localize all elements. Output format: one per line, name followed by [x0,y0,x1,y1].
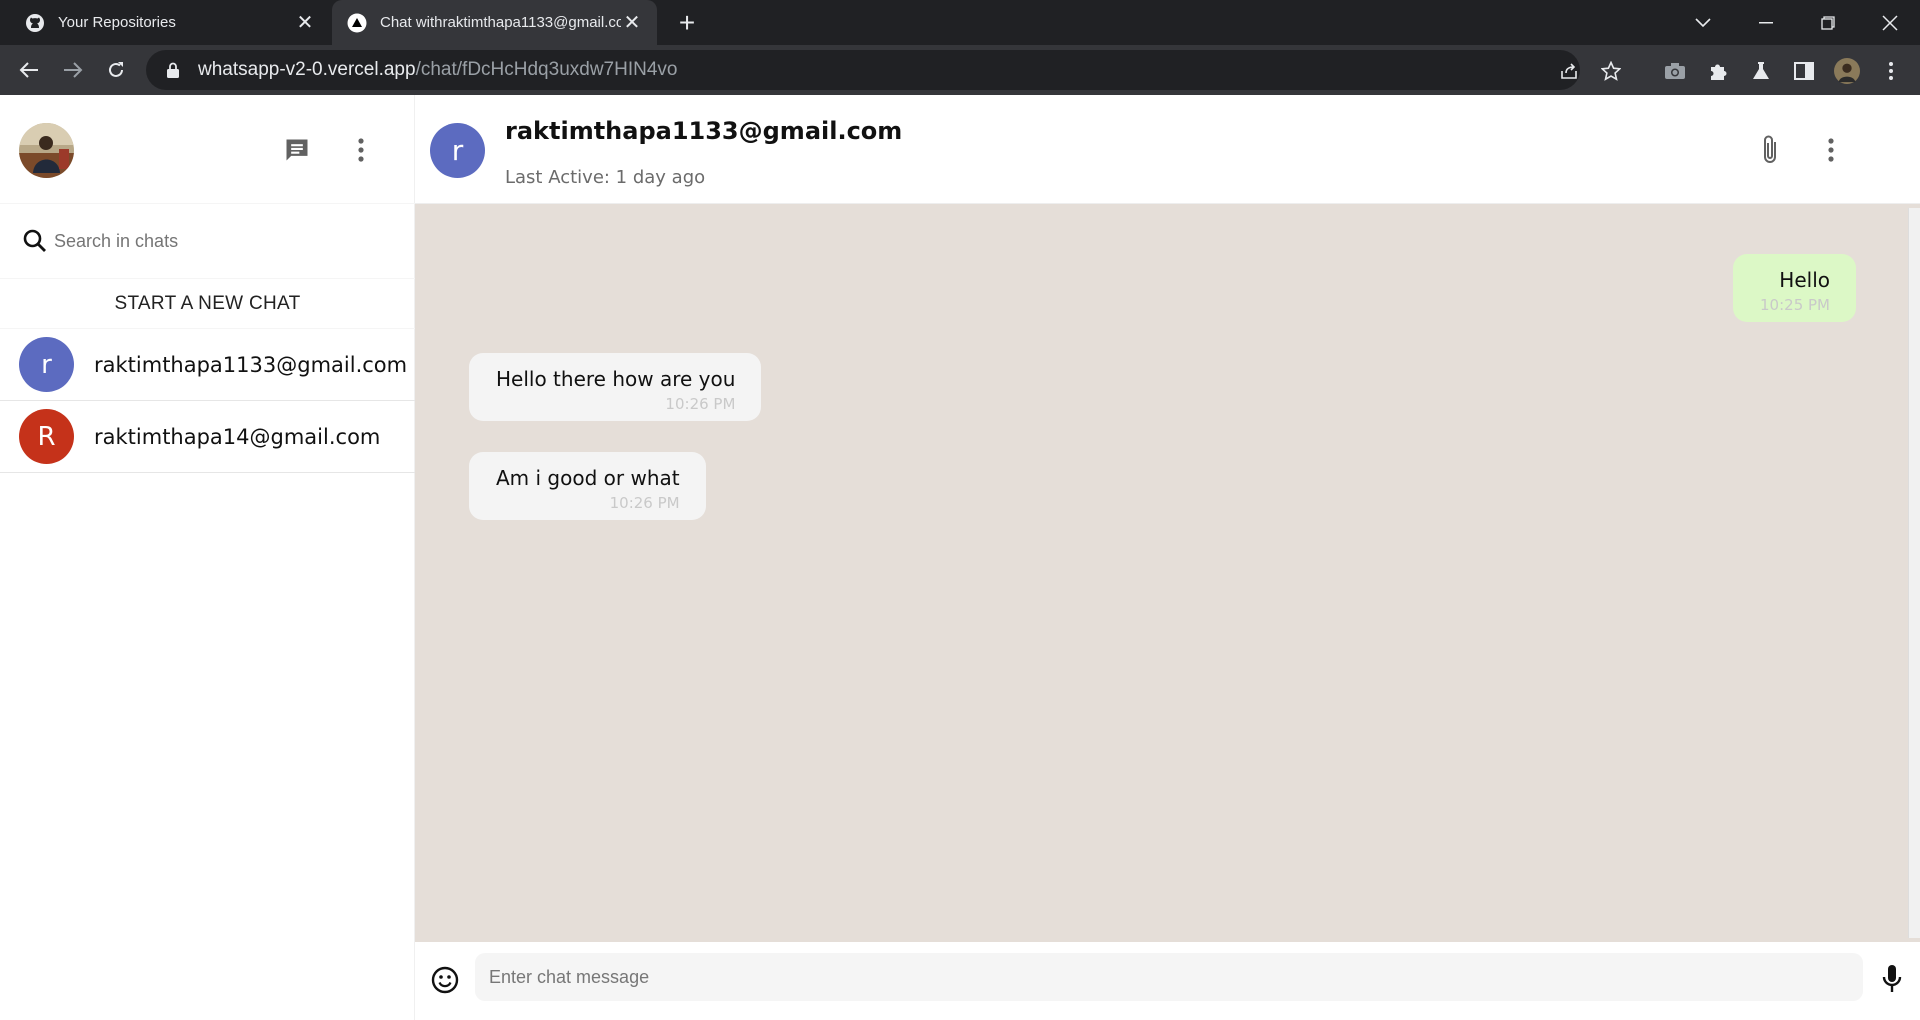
camera-icon[interactable] [1662,58,1688,84]
scrollbar[interactable] [1908,208,1920,938]
chat-list-item[interactable]: R raktimthapa14@gmail.com [0,401,415,473]
tab-title: Chat withraktimthapa1133@gmail.com [380,14,621,31]
profile-avatar[interactable] [1834,58,1860,84]
recipient-name: raktimthapa1133@gmail.com [505,117,903,145]
start-new-chat-button[interactable]: START A NEW CHAT [0,279,415,329]
received-message: Hello there how are you 10:26 PM [469,353,762,421]
contact-name: raktimthapa1133@gmail.com [94,352,408,377]
message-time: 10:26 PM [665,395,736,413]
chat-list-item[interactable]: r raktimthapa1133@gmail.com [0,329,415,401]
recipient-avatar[interactable]: r [430,123,485,178]
browser-tabstrip: Your Repositories ✕ Chat withraktimthapa… [0,0,1920,45]
received-message: Am i good or what 10:26 PM [469,452,706,520]
message-composer [415,942,1920,1020]
url-path: /chat/fDcHcHdq3uxdw7HIN4vo [415,59,678,80]
restore-icon[interactable] [1798,0,1858,45]
message-time: 10:26 PM [609,494,680,512]
tab-chat[interactable]: Chat withraktimthapa1133@gmail.com ✕ [332,0,657,45]
contact-avatar: r [19,337,74,392]
labs-flask-icon[interactable] [1748,58,1774,84]
sidebar-header [0,95,415,204]
message-time: 10:25 PM [1760,296,1830,314]
last-active-status: Last Active: 1 day ago [505,167,706,188]
github-icon [24,12,46,34]
extensions-puzzle-icon[interactable] [1705,58,1731,84]
new-chat-icon[interactable] [280,133,314,167]
message-text: Hello [1779,268,1830,292]
more-vertical-icon[interactable] [1818,133,1844,167]
url-host: whatsapp-v2-0.vercel.app [198,59,416,80]
more-vertical-icon[interactable] [348,133,374,167]
attach-paperclip-icon[interactable] [1755,133,1785,167]
tab-title: Your Repositories [58,14,176,31]
address-bar[interactable]: whatsapp-v2-0.vercel.app/chat/fDcHcHdq3u… [146,50,1621,90]
back-arrow-icon[interactable] [13,54,45,86]
chrome-menu-icon[interactable] [1878,58,1904,84]
message-input[interactable] [475,953,1863,1001]
emoji-icon[interactable] [429,964,461,996]
message-text: Am i good or what [496,466,680,490]
chat-pane: r raktimthapa1133@gmail.com Last Active:… [415,95,1920,1020]
star-icon[interactable] [1598,58,1624,84]
contact-avatar: R [19,409,74,464]
contact-name: raktimthapa14@gmail.com [94,424,381,449]
reload-icon[interactable] [100,54,132,86]
sidebar: START A NEW CHAT r raktimthapa1133@gmail… [0,95,415,1020]
search-input[interactable] [54,230,354,252]
close-icon[interactable]: ✕ [621,12,643,34]
browser-toolbar: whatsapp-v2-0.vercel.app/chat/fDcHcHdq3u… [0,45,1920,95]
message-text: Hello there how are you [496,367,736,391]
search-icon [22,228,48,254]
message-list: Hello 10:25 PM Hello there how are you 1… [415,204,1920,942]
microphone-icon[interactable] [1877,962,1907,996]
minimize-icon[interactable] [1736,0,1796,45]
new-tab-button[interactable]: + [672,7,702,38]
lock-icon [166,62,182,78]
forward-arrow-icon[interactable] [57,54,89,86]
chat-app: START A NEW CHAT r raktimthapa1133@gmail… [0,95,1920,1020]
tab-your-repositories[interactable]: Your Repositories ✕ [10,0,330,45]
side-panel-icon[interactable] [1791,58,1817,84]
share-icon[interactable] [1556,58,1582,84]
chat-header: r raktimthapa1133@gmail.com Last Active:… [415,95,1920,204]
user-avatar[interactable] [19,123,74,178]
close-icon[interactable]: ✕ [294,12,316,34]
window-close-icon[interactable] [1860,0,1920,45]
tab-search-icon[interactable] [1673,0,1733,45]
sent-message: Hello 10:25 PM [1733,254,1856,322]
search-bar [0,204,415,279]
vercel-icon [346,12,368,34]
